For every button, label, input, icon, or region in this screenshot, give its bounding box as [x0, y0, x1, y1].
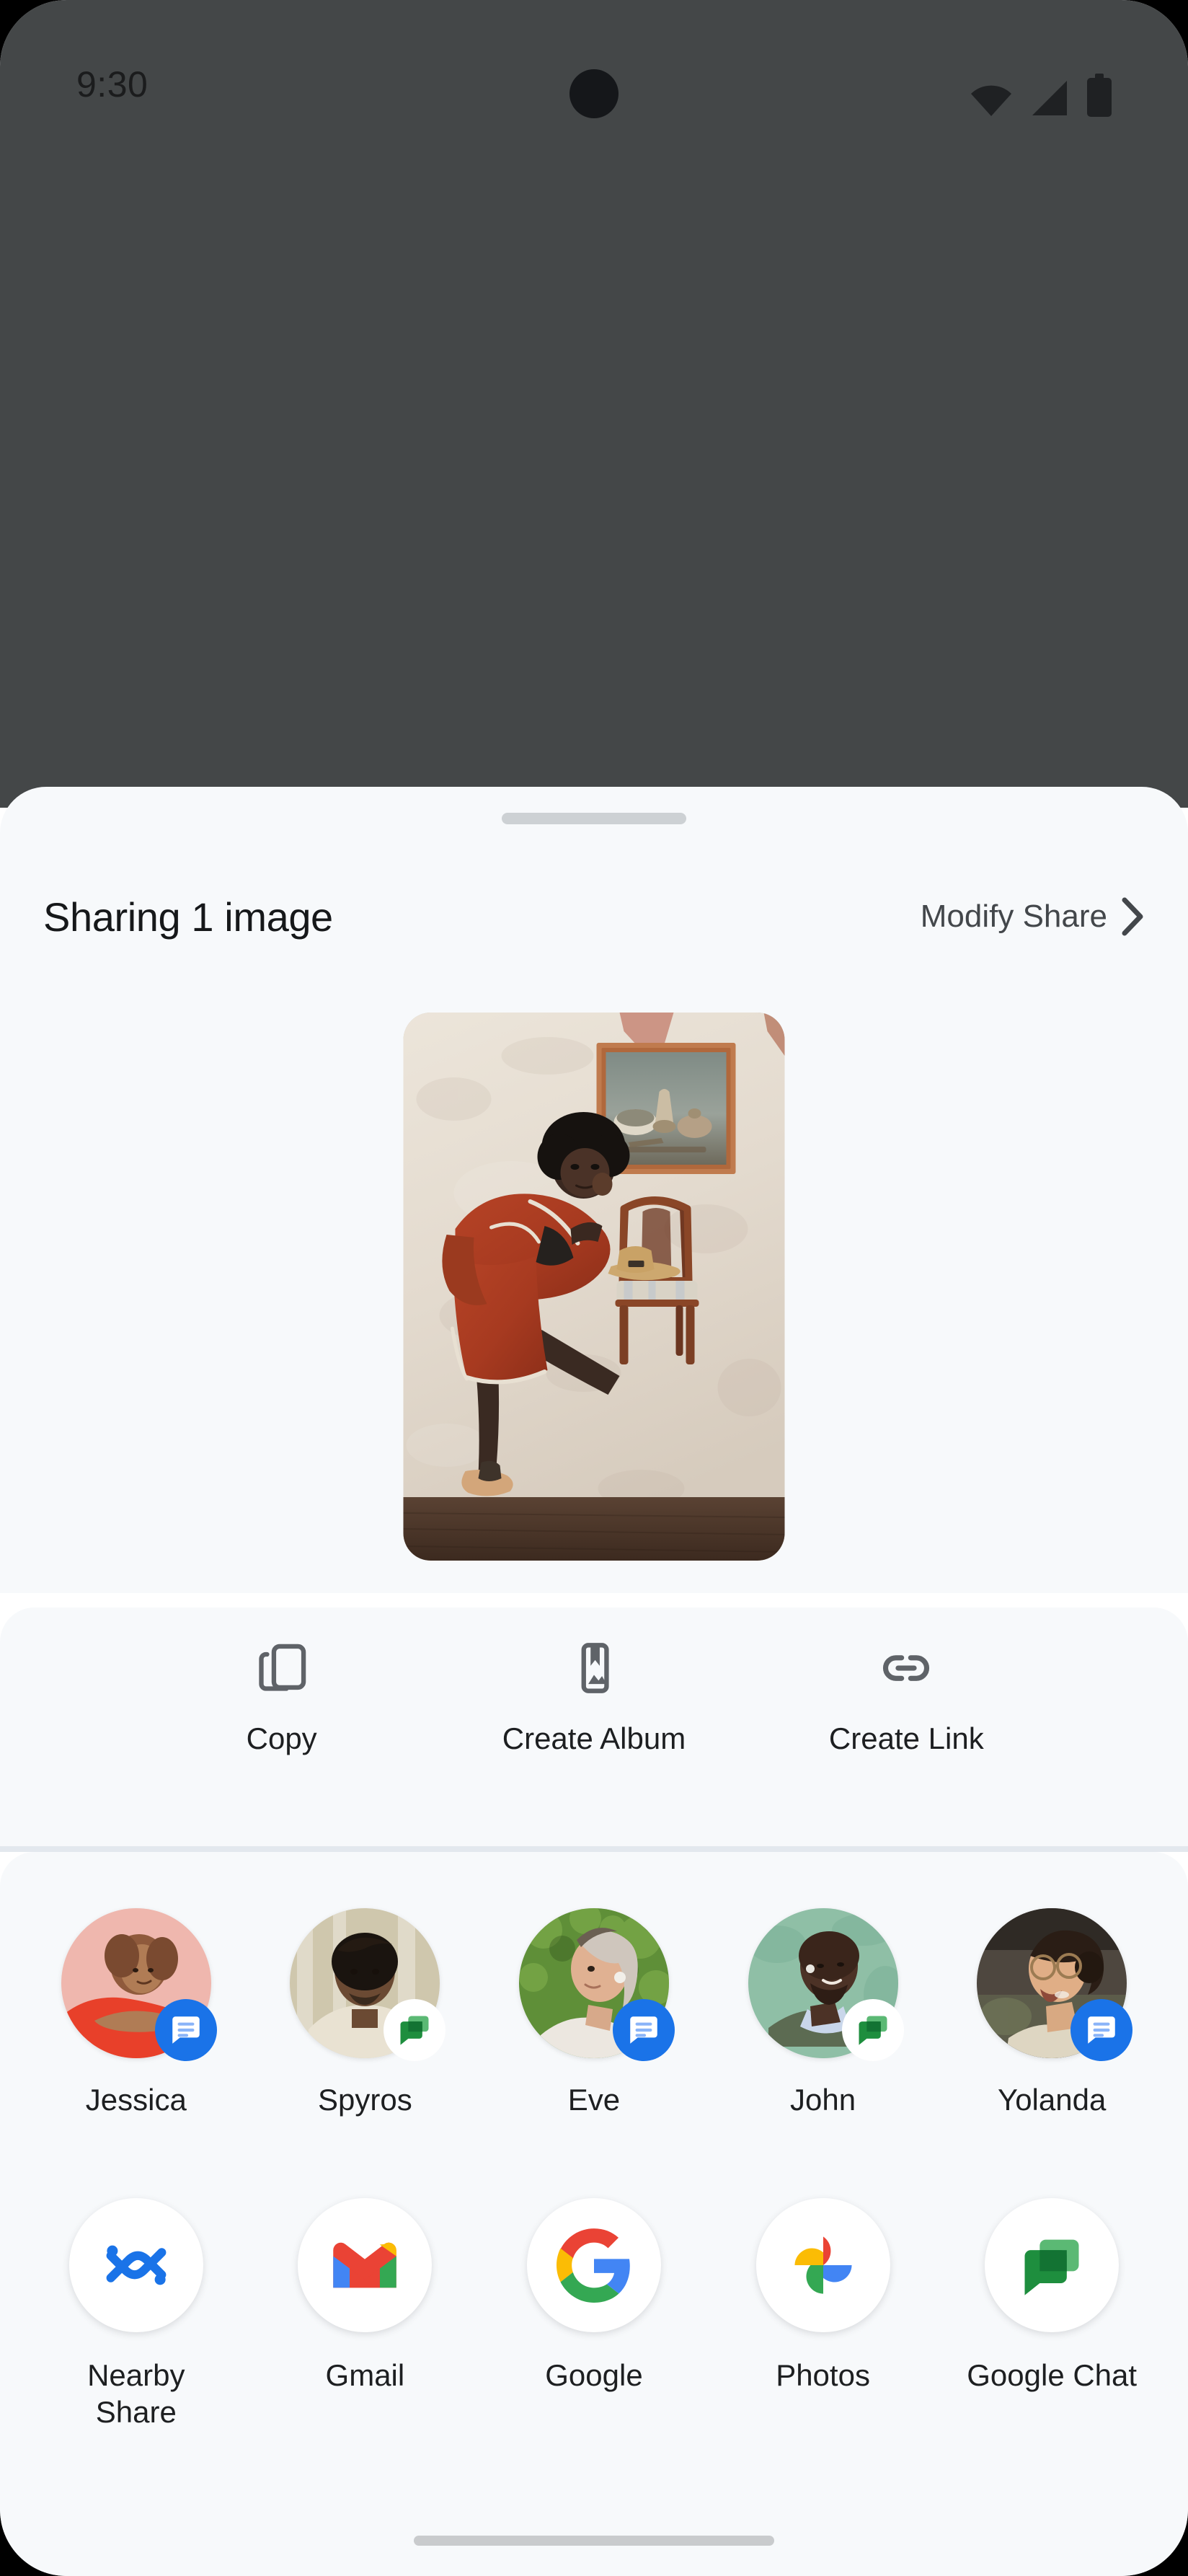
app-google[interactable]: Google	[479, 2198, 709, 2430]
section-divider	[0, 1846, 1188, 1852]
wifi-icon	[971, 85, 1011, 116]
link-icon	[883, 1655, 930, 1681]
create-album-action[interactable]: Create Album	[438, 1641, 750, 1756]
app-google-chat[interactable]: Google Chat	[937, 2198, 1166, 2430]
status-icons	[970, 71, 1112, 117]
contact-yolanda[interactable]: Yolanda	[937, 1908, 1166, 2118]
app-icon-circle	[298, 2198, 433, 2332]
google-chat-icon	[400, 2016, 429, 2045]
google-photos-icon	[794, 2236, 852, 2294]
app-gmail[interactable]: Gmail	[251, 2198, 480, 2430]
contact-name: Spyros	[318, 2083, 412, 2117]
app-name: Photos	[776, 2358, 870, 2392]
app-icon-circle	[68, 2198, 203, 2332]
sheet-drag-handle[interactable]	[502, 813, 686, 824]
apps-row: Nearby Share Gmail Google Photos Google …	[0, 2198, 1188, 2430]
contacts-row: Jessica Spyros Eve John Yolanda	[0, 1908, 1188, 2118]
app-nearby-share[interactable]: Nearby Share	[22, 2198, 251, 2430]
avatar-wrap	[518, 1908, 675, 2061]
create-album-icon	[581, 1643, 609, 1693]
create-link-action-label: Create Link	[828, 1721, 984, 1755]
contact-name: Jessica	[85, 2083, 187, 2117]
messages-badge	[612, 1999, 675, 2061]
gmail-icon	[333, 2242, 397, 2288]
share-preview-card: Sharing 1 image Modify Share	[0, 787, 1188, 1593]
contact-name: John	[790, 2083, 856, 2117]
app-name: Gmail	[325, 2358, 405, 2392]
front-camera-cutout	[569, 69, 619, 118]
google-chat-icon	[1024, 2239, 1079, 2295]
nearby-share-icon	[106, 2245, 167, 2285]
google-chat-badge	[841, 1999, 904, 2061]
gesture-nav-handle[interactable]	[414, 2536, 774, 2546]
contact-name: Eve	[567, 2083, 621, 2117]
share-actions-row: Copy Create Album Create Link	[125, 1641, 1063, 1756]
contact-spyros[interactable]: Spyros	[251, 1908, 480, 2118]
contact-eve[interactable]: Eve	[479, 1908, 709, 2118]
modify-share-button[interactable]: Modify Share	[921, 897, 1145, 936]
messages-badge	[154, 1999, 217, 2061]
google-chat-icon	[859, 2016, 887, 2045]
status-bar: 9:30	[0, 0, 1188, 130]
app-name: Google	[545, 2358, 643, 2392]
battery-icon	[1087, 74, 1112, 117]
copy-icon	[258, 1644, 306, 1691]
messages-icon	[172, 2016, 200, 2044]
cell-signal-icon	[1032, 81, 1067, 115]
share-targets-card: Jessica Spyros Eve John Yolanda Nearby S…	[0, 1852, 1188, 2576]
avatar-wrap	[748, 1908, 904, 2061]
phone-screen: 9:30 Sharing 1 image Modify Share Copy C…	[0, 0, 1188, 2576]
contact-john[interactable]: John	[709, 1908, 938, 2118]
avatar-wrap	[61, 1908, 217, 2061]
app-photos[interactable]: Photos	[709, 2198, 938, 2430]
google-icon	[556, 2228, 630, 2303]
app-icon-circle	[985, 2198, 1120, 2332]
page-title: Sharing 1 image	[43, 894, 333, 940]
avatar-wrap	[977, 1908, 1133, 2061]
copy-action[interactable]: Copy	[125, 1641, 438, 1756]
copy-action-label: Copy	[246, 1721, 317, 1755]
app-icon-circle	[526, 2198, 661, 2332]
shared-photo	[403, 1013, 785, 1561]
status-clock: 9:30	[76, 64, 148, 105]
share-actions-card: Copy Create Album Create Link	[0, 1607, 1188, 1846]
messages-badge	[1070, 1999, 1133, 2061]
chevron-right-icon	[1122, 897, 1143, 936]
app-name: Nearby Share	[87, 2358, 185, 2430]
avatar-wrap	[290, 1908, 446, 2061]
messages-icon	[630, 2016, 657, 2044]
create-link-action[interactable]: Create Link	[750, 1641, 1063, 1756]
contact-name: Yolanda	[998, 2083, 1107, 2117]
app-name: Google Chat	[967, 2358, 1138, 2392]
app-icon-circle	[755, 2198, 890, 2332]
contact-jessica[interactable]: Jessica	[22, 1908, 251, 2118]
messages-icon	[1088, 2016, 1115, 2044]
create-album-action-label: Create Album	[502, 1721, 686, 1755]
share-sheet-header: Sharing 1 image Modify Share	[0, 873, 1188, 960]
modify-share-label: Modify Share	[920, 899, 1107, 934]
google-chat-badge	[384, 1999, 446, 2061]
shared-image-thumbnail[interactable]	[403, 1013, 785, 1561]
